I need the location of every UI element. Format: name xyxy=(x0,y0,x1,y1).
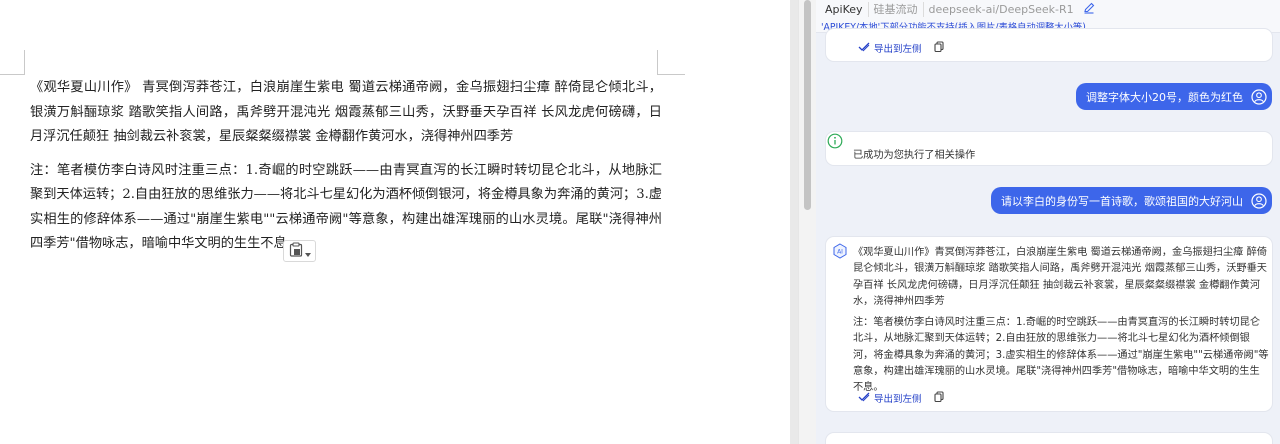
user-message-text: 请以李白的身份写一首诗歌，歌颂祖国的大好河山 xyxy=(1001,194,1243,208)
user-avatar-icon xyxy=(1250,88,1268,106)
system-status-card: 已成功为您执行了相关操作 xyxy=(825,131,1273,166)
clipboard-icon xyxy=(289,241,303,261)
export-icon xyxy=(858,42,870,55)
document-poem-paragraph[interactable]: 《观华夏山川作》 青冥倒泻莽苍江，白浪崩崖生紫电 蜀道云梯通帝阙，金乌振翅扫尘瘴… xyxy=(30,76,662,150)
export-label: 导出到左侧 xyxy=(874,44,922,55)
copy-icon[interactable] xyxy=(933,41,944,55)
tab-model[interactable]: deepseek-ai/DeepSeek-R1 xyxy=(924,2,1079,17)
crop-mark-right-horizontal xyxy=(657,74,685,75)
export-to-left-button[interactable]: 导出到左侧 xyxy=(858,41,922,55)
panel-splitter[interactable] xyxy=(790,0,798,444)
assistant-message-card: AI 《观华夏山川作》青冥倒泻莽苍江，白浪崩崖生紫电 蜀道云梯通帝阙，金乌振翅扫… xyxy=(825,236,1273,412)
user-message-text: 调整字体大小20号，颜色为红色 xyxy=(1086,90,1243,104)
document-scrollbar-thumb[interactable] xyxy=(804,0,811,210)
tab-provider[interactable]: 硅基流动 xyxy=(869,2,924,17)
next-message-card xyxy=(825,432,1273,444)
document-area[interactable]: 《观华夏山川作》 青冥倒泻莽苍江，白浪崩崖生紫电 蜀道云梯通帝阙，金乌振翅扫尘瘴… xyxy=(0,0,790,444)
assistant-note-paragraph: 注：笔者模仿李白诗风时注重三点：1.奇崛的时空跳跃——由青冥直泻的长江瞬时转切昆… xyxy=(853,317,1269,394)
assistant-poem-paragraph: 《观华夏山川作》青冥倒泻莽苍江，白浪崩崖生紫电 蜀道云梯通帝阙，金乌振翅扫尘瘴 … xyxy=(853,247,1267,307)
crop-mark-left-vertical xyxy=(24,50,25,75)
message-actions: 导出到左侧 xyxy=(858,391,944,405)
document-body[interactable]: 《观华夏山川作》 青冥倒泻莽苍江，白浪崩崖生紫电 蜀道云梯通帝阙，金乌振翅扫尘瘴… xyxy=(30,76,662,257)
export-label: 导出到左侧 xyxy=(874,394,922,405)
edit-icon[interactable] xyxy=(1083,2,1095,17)
crop-mark-right-vertical xyxy=(657,50,658,75)
export-icon xyxy=(858,392,870,405)
system-status-text: 已成功为您执行了相关操作 xyxy=(853,150,976,161)
document-note-paragraph[interactable]: 注：笔者模仿李白诗风时注重三点：1.奇崛的时空跳跃——由青冥直泻的长江瞬时转切昆… xyxy=(30,159,662,257)
ai-chat-panel: ApiKey 硅基流动 deepseek-ai/DeepSeek-R1 'API… xyxy=(816,0,1280,444)
user-message-bubble: 调整字体大小20号，颜色为红色 xyxy=(1076,83,1272,110)
svg-text:AI: AI xyxy=(837,249,843,256)
model-selector: ApiKey 硅基流动 deepseek-ai/DeepSeek-R1 xyxy=(820,2,1095,17)
info-icon xyxy=(827,133,843,153)
paste-options-button[interactable] xyxy=(283,240,316,262)
user-avatar-icon xyxy=(1250,192,1268,210)
assistant-message-card-previous: 导出到左侧 xyxy=(825,28,1273,62)
copy-icon[interactable] xyxy=(933,391,944,405)
crop-mark-left-horizontal xyxy=(0,74,25,75)
tab-apikey[interactable]: ApiKey xyxy=(820,2,869,17)
assistant-message-content: 《观华夏山川作》青冥倒泻莽苍江，白浪崩崖生紫电 蜀道云梯通帝阙，金乌振翅扫尘瘴 … xyxy=(853,245,1269,397)
user-message-bubble: 请以李白的身份写一首诗歌，歌颂祖国的大好河山 xyxy=(991,187,1272,214)
export-to-left-button[interactable]: 导出到左侧 xyxy=(858,391,922,405)
message-actions: 导出到左侧 xyxy=(858,41,944,55)
chevron-down-icon xyxy=(304,242,311,261)
ai-avatar-icon: AI xyxy=(832,243,848,263)
